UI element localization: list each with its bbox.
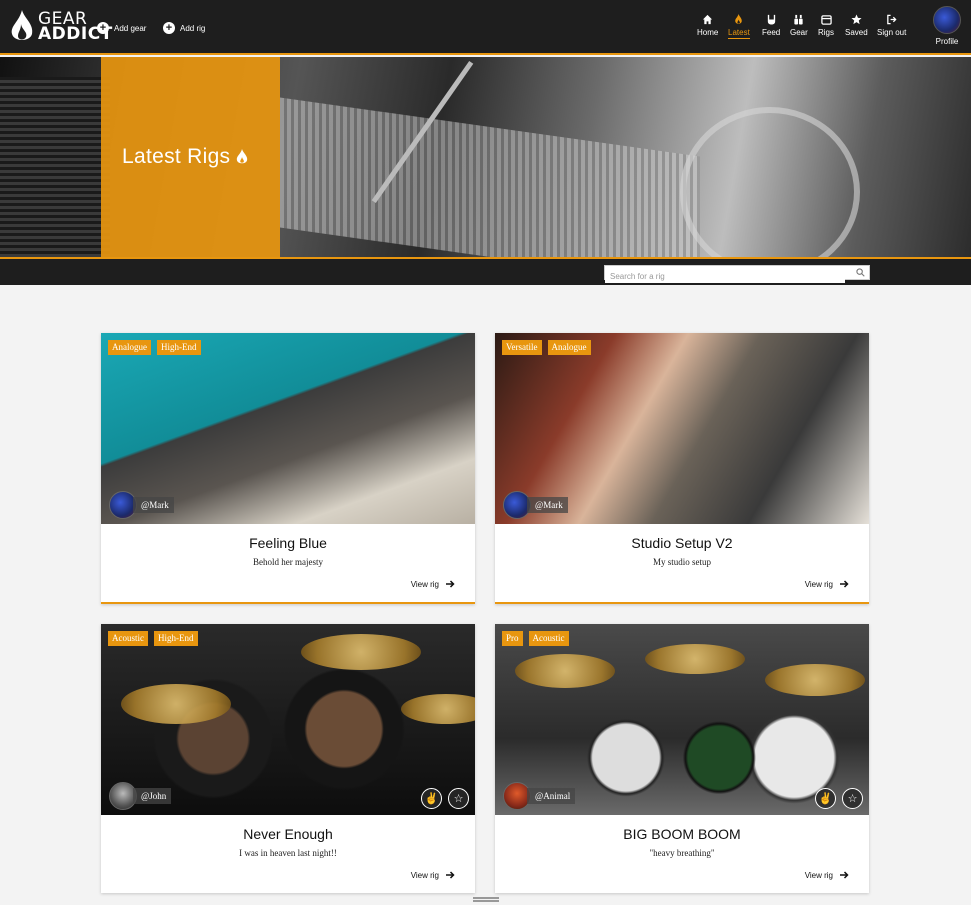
nav-latest[interactable]: Latest	[728, 14, 750, 39]
rig-title: Studio Setup V2	[631, 535, 733, 551]
view-rig-link[interactable]: View rig	[411, 870, 455, 880]
nav-saved[interactable]: Saved	[845, 14, 868, 37]
plus-icon: +	[163, 22, 175, 34]
rig-image[interactable]: Analogue High-End @Mark	[101, 333, 475, 524]
nav-home[interactable]: Home	[697, 14, 718, 37]
rock-hand-icon: ✌	[818, 793, 833, 805]
rig-tag[interactable]: Acoustic	[528, 631, 569, 646]
resize-handle[interactable]	[473, 897, 499, 902]
rig-title: BIG BOOM BOOM	[623, 826, 741, 842]
arrow-right-icon	[840, 871, 849, 879]
rig-tag[interactable]: Analogue	[108, 340, 151, 355]
view-rig-link[interactable]: View rig	[805, 579, 849, 589]
profile-menu[interactable]: Profile	[933, 6, 961, 46]
view-rig-label: View rig	[410, 579, 439, 589]
rig-description: I was in heaven last night!!	[239, 848, 337, 858]
view-rig-label: View rig	[804, 579, 833, 589]
view-rig-link[interactable]: View rig	[805, 870, 849, 880]
nav-gear[interactable]: Gear	[790, 14, 808, 37]
avatar	[933, 6, 961, 34]
nav-feed-label: Feed	[762, 28, 781, 37]
rig-owner[interactable]: @Animal	[503, 782, 576, 810]
view-rig-label: View rig	[804, 870, 833, 880]
rock-hand-icon: ✌	[424, 793, 439, 805]
search-input[interactable]	[605, 270, 845, 283]
home-icon	[703, 14, 713, 25]
owner-handle: @John	[133, 788, 172, 804]
star-icon	[851, 14, 862, 25]
rig-card[interactable]: Pro Acoustic @Animal ✌ ☆ BIG BOOM BOOM "…	[495, 624, 869, 893]
arrow-right-icon	[446, 580, 455, 588]
nav-latest-label: Latest	[728, 28, 750, 39]
page-title: Latest Rigs	[122, 145, 249, 169]
search-bar	[0, 257, 971, 285]
owner-handle: @Mark	[133, 497, 174, 513]
star-outline-icon: ☆	[847, 793, 858, 805]
nav-home-label: Home	[697, 28, 719, 37]
rig-card[interactable]: Versatile Analogue @Mark Studio Setup V2…	[495, 333, 869, 604]
owner-handle: @Animal	[527, 788, 576, 804]
rig-image[interactable]: Pro Acoustic @Animal ✌ ☆	[495, 624, 869, 815]
rock-hand-icon	[767, 14, 775, 25]
nav-feed[interactable]: Feed	[762, 14, 780, 37]
profile-label: Profile	[935, 37, 959, 46]
flame-icon	[735, 14, 743, 24]
nav-gear-label: Gear	[790, 28, 808, 37]
add-rig-button[interactable]: + Add rig	[163, 21, 205, 35]
rig-card[interactable]: Acoustic High-End @John ✌ ☆ Never Enough…	[101, 624, 475, 893]
rig-image[interactable]: Versatile Analogue @Mark	[495, 333, 869, 524]
top-navbar: GEAR ADDICT + Add gear + Add rig Home La…	[0, 0, 971, 55]
rig-title: Feeling Blue	[249, 535, 327, 551]
plus-icon: +	[97, 22, 109, 34]
rock-on-button[interactable]: ✌	[815, 788, 836, 809]
rig-image[interactable]: Acoustic High-End @John ✌ ☆	[101, 624, 475, 815]
view-rig-label: View rig	[410, 870, 439, 880]
view-rig-link[interactable]: View rig	[411, 579, 455, 589]
sign-out-icon	[887, 14, 897, 25]
rig-tag[interactable]: Versatile	[502, 340, 542, 355]
add-rig-label: Add rig	[180, 23, 206, 33]
search-box	[604, 265, 870, 283]
nav-rigs-label: Rigs	[818, 28, 835, 37]
rig-description: Behold her majesty	[253, 557, 323, 567]
rig-tag[interactable]: High-End	[157, 340, 201, 355]
rig-tag[interactable]: Pro	[502, 631, 523, 646]
owner-handle: @Mark	[527, 497, 568, 513]
rock-on-button[interactable]: ✌	[421, 788, 442, 809]
rig-owner[interactable]: @Mark	[503, 491, 568, 519]
arrow-right-icon	[446, 871, 455, 879]
search-icon[interactable]	[856, 268, 865, 277]
gear-stack-icon	[794, 14, 804, 25]
save-rig-button[interactable]: ☆	[842, 788, 863, 809]
hero-title-panel: Latest Rigs	[101, 57, 280, 257]
rig-description: "heavy breathing"	[649, 848, 715, 858]
rig-description: My studio setup	[652, 557, 711, 567]
nav-sign-out-label: Sign out	[877, 28, 907, 37]
save-rig-button[interactable]: ☆	[448, 788, 469, 809]
rig-tag[interactable]: Analogue	[547, 340, 591, 355]
flame-icon	[237, 149, 248, 164]
nav-saved-label: Saved	[845, 28, 868, 37]
rig-tag[interactable]: Acoustic	[108, 631, 148, 646]
nav-sign-out[interactable]: Sign out	[877, 14, 906, 37]
rig-owner[interactable]: @Mark	[109, 491, 174, 519]
rig-title: Never Enough	[243, 826, 333, 842]
rig-owner[interactable]: @John	[109, 782, 172, 810]
add-gear-button[interactable]: + Add gear	[97, 21, 146, 35]
rig-card[interactable]: Analogue High-End @Mark Feeling Blue Beh…	[101, 333, 475, 604]
rig-tag[interactable]: High-End	[154, 631, 198, 646]
add-gear-label: Add gear	[114, 23, 147, 33]
star-outline-icon: ☆	[453, 793, 464, 805]
arrow-right-icon	[840, 580, 849, 588]
nav-rigs[interactable]: Rigs	[818, 14, 834, 37]
flame-logo-icon	[11, 10, 33, 40]
rig-icon	[820, 15, 832, 25]
